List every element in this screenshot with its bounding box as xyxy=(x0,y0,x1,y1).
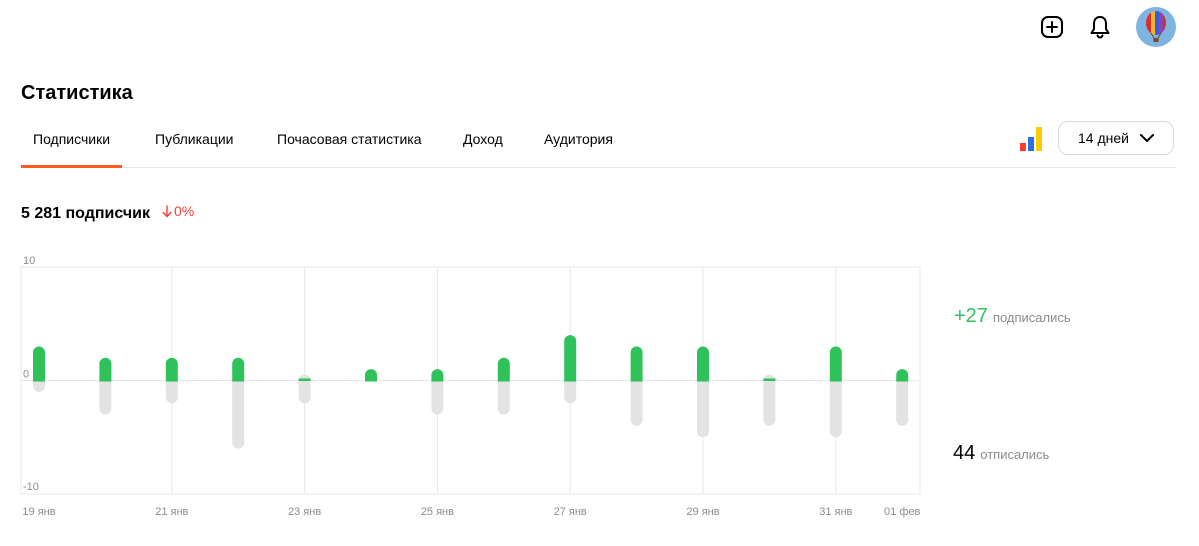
subscribed-stat: +27 подписались xyxy=(954,305,1071,328)
plus-square-icon xyxy=(1041,16,1063,38)
x-tick-label: 25 янв xyxy=(421,506,454,518)
x-tick-label: 31 янв xyxy=(819,506,852,518)
hot-air-balloon-icon xyxy=(1136,7,1176,47)
y-tick-label: -10 xyxy=(23,481,39,493)
negative-bar xyxy=(232,374,245,449)
page-title: Статистика xyxy=(21,82,133,104)
period-select-value: 14 дней xyxy=(1078,130,1129,146)
positive-bar xyxy=(697,346,709,382)
negative-bar xyxy=(829,374,842,438)
x-tick-label: 23 янв xyxy=(288,506,321,518)
tab-audience[interactable]: Аудитория xyxy=(544,112,613,166)
tab-income[interactable]: Доход xyxy=(463,112,503,166)
subscribed-value: +27 xyxy=(954,305,988,327)
subscribed-label: подписались xyxy=(992,310,1071,325)
subscribers-summary: 5 281 подписчик 0% xyxy=(21,203,194,223)
create-button[interactable] xyxy=(1038,13,1066,41)
positive-bar xyxy=(564,335,577,382)
y-tick-label: 10 xyxy=(23,255,35,267)
chevron-down-icon xyxy=(1140,134,1154,142)
tab-publications[interactable]: Публикации xyxy=(155,112,233,166)
period-select[interactable]: 14 дней xyxy=(1058,121,1174,155)
positive-bar xyxy=(365,369,377,382)
subscribers-chart: 10 0 -10 19 янв 21 янв 23 янв 25 янв 27 янв 29 я… xyxy=(20,255,921,518)
x-tick-label: 19 янв xyxy=(22,506,55,518)
positive-bar xyxy=(99,357,112,382)
positive-bar xyxy=(630,346,643,382)
arrow-down-icon xyxy=(162,204,172,217)
notifications-button[interactable] xyxy=(1086,13,1114,41)
tab-subscribers[interactable]: Подписчики xyxy=(21,112,123,168)
chart-type-button[interactable] xyxy=(1017,125,1047,153)
unsubscribed-stat: 44 отписались xyxy=(953,442,1049,465)
unsubscribed-value: 44 xyxy=(953,442,976,464)
positive-bar xyxy=(763,378,776,381)
subscribers-change-value: 0% xyxy=(173,203,195,219)
positive-bar xyxy=(829,346,842,382)
bar-chart-icon xyxy=(1020,127,1042,151)
bell-icon xyxy=(1090,16,1110,39)
unsubscribed-label: отписались xyxy=(980,447,1050,462)
negative-bar xyxy=(896,374,909,426)
top-bar xyxy=(1038,7,1176,47)
avatar[interactable] xyxy=(1136,7,1176,47)
tabs-bar: Подписчики Публикации Почасовая статисти… xyxy=(21,112,1176,168)
positive-bar xyxy=(497,357,510,382)
negative-bar xyxy=(697,374,709,438)
negative-bar xyxy=(630,374,643,426)
positive-bar xyxy=(431,369,444,382)
tab-hourly-stats[interactable]: Почасовая статистика xyxy=(277,112,422,166)
y-tick-label: 0 xyxy=(23,369,29,381)
positive-bar xyxy=(33,346,45,382)
negative-bar xyxy=(763,374,776,426)
positive-bar xyxy=(896,369,909,382)
subscribers-change: 0% xyxy=(162,203,194,219)
x-tick-label: 01 фев xyxy=(884,506,920,518)
subscribers-count: 5 281 подписчик xyxy=(21,204,150,222)
positive-bar xyxy=(165,357,178,382)
x-tick-label: 29 янв xyxy=(686,506,719,518)
x-tick-label: 27 янв xyxy=(554,506,587,518)
positive-bar xyxy=(232,357,245,382)
positive-bar xyxy=(298,378,311,381)
x-tick-label: 21 янв xyxy=(155,506,188,518)
